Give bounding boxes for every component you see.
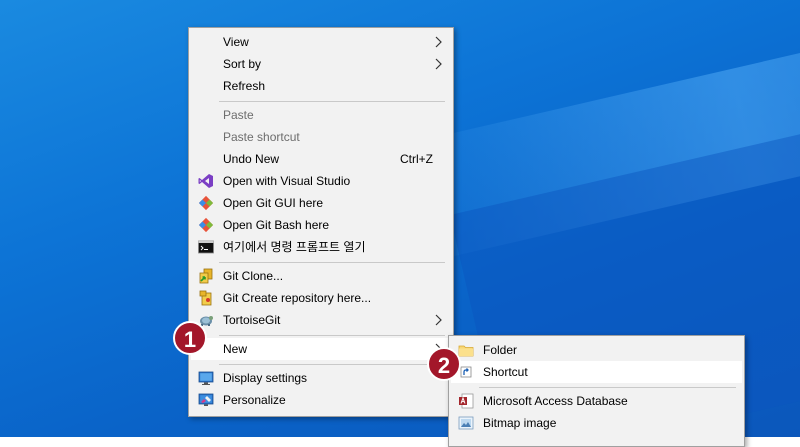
menu-item-label: 여기에서 명령 프롬프트 열기 xyxy=(223,240,366,254)
menu-item-shortcut: Ctrl+Z xyxy=(400,152,433,166)
menu-item-refresh[interactable]: Refresh xyxy=(191,75,451,97)
menu-item-open-command-prompt[interactable]: 여기에서 명령 프롬프트 열기 xyxy=(191,236,451,258)
menu-item-paste-shortcut[interactable]: Paste shortcut xyxy=(191,126,451,148)
git-icon xyxy=(198,217,214,233)
access-icon xyxy=(459,393,474,409)
git-clone-icon xyxy=(199,268,213,284)
display-settings-icon xyxy=(198,371,214,385)
new-submenu: Folder Shortcut Microsoft Access Databas… xyxy=(448,335,745,447)
menu-item-label: Undo New xyxy=(223,152,280,166)
submenu-item-access-database[interactable]: Microsoft Access Database xyxy=(451,390,742,412)
menu-item-label: Refresh xyxy=(223,79,266,93)
step-badge-2: 2 xyxy=(427,347,461,381)
visual-studio-icon xyxy=(198,174,213,188)
submenu-item-bitmap-image[interactable]: Bitmap image xyxy=(451,412,742,434)
chevron-right-icon xyxy=(435,58,442,70)
menu-item-display-settings[interactable]: Display settings xyxy=(191,367,451,389)
bitmap-icon xyxy=(458,416,474,430)
menu-item-label: Git Clone... xyxy=(223,269,284,283)
chevron-right-icon xyxy=(435,36,442,48)
submenu-separator xyxy=(479,387,736,388)
chevron-right-icon xyxy=(435,314,442,326)
menu-separator xyxy=(219,262,445,263)
menu-item-personalize[interactable]: Personalize xyxy=(191,389,451,411)
menu-item-git-create-repository[interactable]: Git Create repository here... xyxy=(191,287,451,309)
submenu-item-label: Folder xyxy=(483,343,518,357)
menu-item-label: Open Git Bash here xyxy=(223,218,330,232)
menu-item-open-git-bash[interactable]: Open Git Bash here xyxy=(191,214,451,236)
menu-item-view[interactable]: View xyxy=(191,31,451,53)
menu-separator xyxy=(219,364,445,365)
menu-item-label: Personalize xyxy=(223,393,286,407)
submenu-item-folder[interactable]: Folder xyxy=(451,339,742,361)
menu-item-label: Paste xyxy=(223,108,254,122)
menu-item-label: Open with Visual Studio xyxy=(223,174,351,188)
git-icon xyxy=(198,195,214,211)
menu-item-new[interactable]: New xyxy=(191,338,451,360)
menu-item-open-git-gui[interactable]: Open Git GUI here xyxy=(191,192,451,214)
menu-item-paste[interactable]: Paste xyxy=(191,104,451,126)
git-create-repo-icon xyxy=(199,290,212,306)
submenu-item-shortcut[interactable]: Shortcut xyxy=(451,361,742,383)
menu-item-open-visual-studio[interactable]: Open with Visual Studio xyxy=(191,170,451,192)
submenu-item-label: Shortcut xyxy=(483,365,528,379)
menu-item-label: View xyxy=(223,35,249,49)
submenu-item-label: Microsoft Access Database xyxy=(483,394,628,408)
menu-separator xyxy=(219,335,445,336)
menu-item-label: TortoiseGit xyxy=(223,313,281,327)
menu-item-tortoisegit[interactable]: TortoiseGit xyxy=(191,309,451,331)
step-badge-1: 1 xyxy=(173,321,207,355)
menu-item-sort-by[interactable]: Sort by xyxy=(191,53,451,75)
menu-item-label: Open Git GUI here xyxy=(223,196,324,210)
folder-icon xyxy=(458,345,474,357)
menu-item-label: Git Create repository here... xyxy=(223,291,372,305)
menu-item-undo-new[interactable]: Undo New Ctrl+Z xyxy=(191,148,451,170)
menu-separator xyxy=(219,101,445,102)
menu-item-git-clone[interactable]: Git Clone... xyxy=(191,265,451,287)
menu-item-label: New xyxy=(223,342,248,356)
personalize-icon xyxy=(198,393,214,406)
desktop-context-menu: View Sort by Refresh Paste Paste shortcu… xyxy=(188,27,454,417)
menu-item-label: Paste shortcut xyxy=(223,130,300,144)
menu-item-label: Display settings xyxy=(223,371,308,385)
submenu-item-label: Bitmap image xyxy=(483,416,557,430)
menu-item-label: Sort by xyxy=(223,57,262,71)
command-prompt-icon xyxy=(198,240,214,254)
